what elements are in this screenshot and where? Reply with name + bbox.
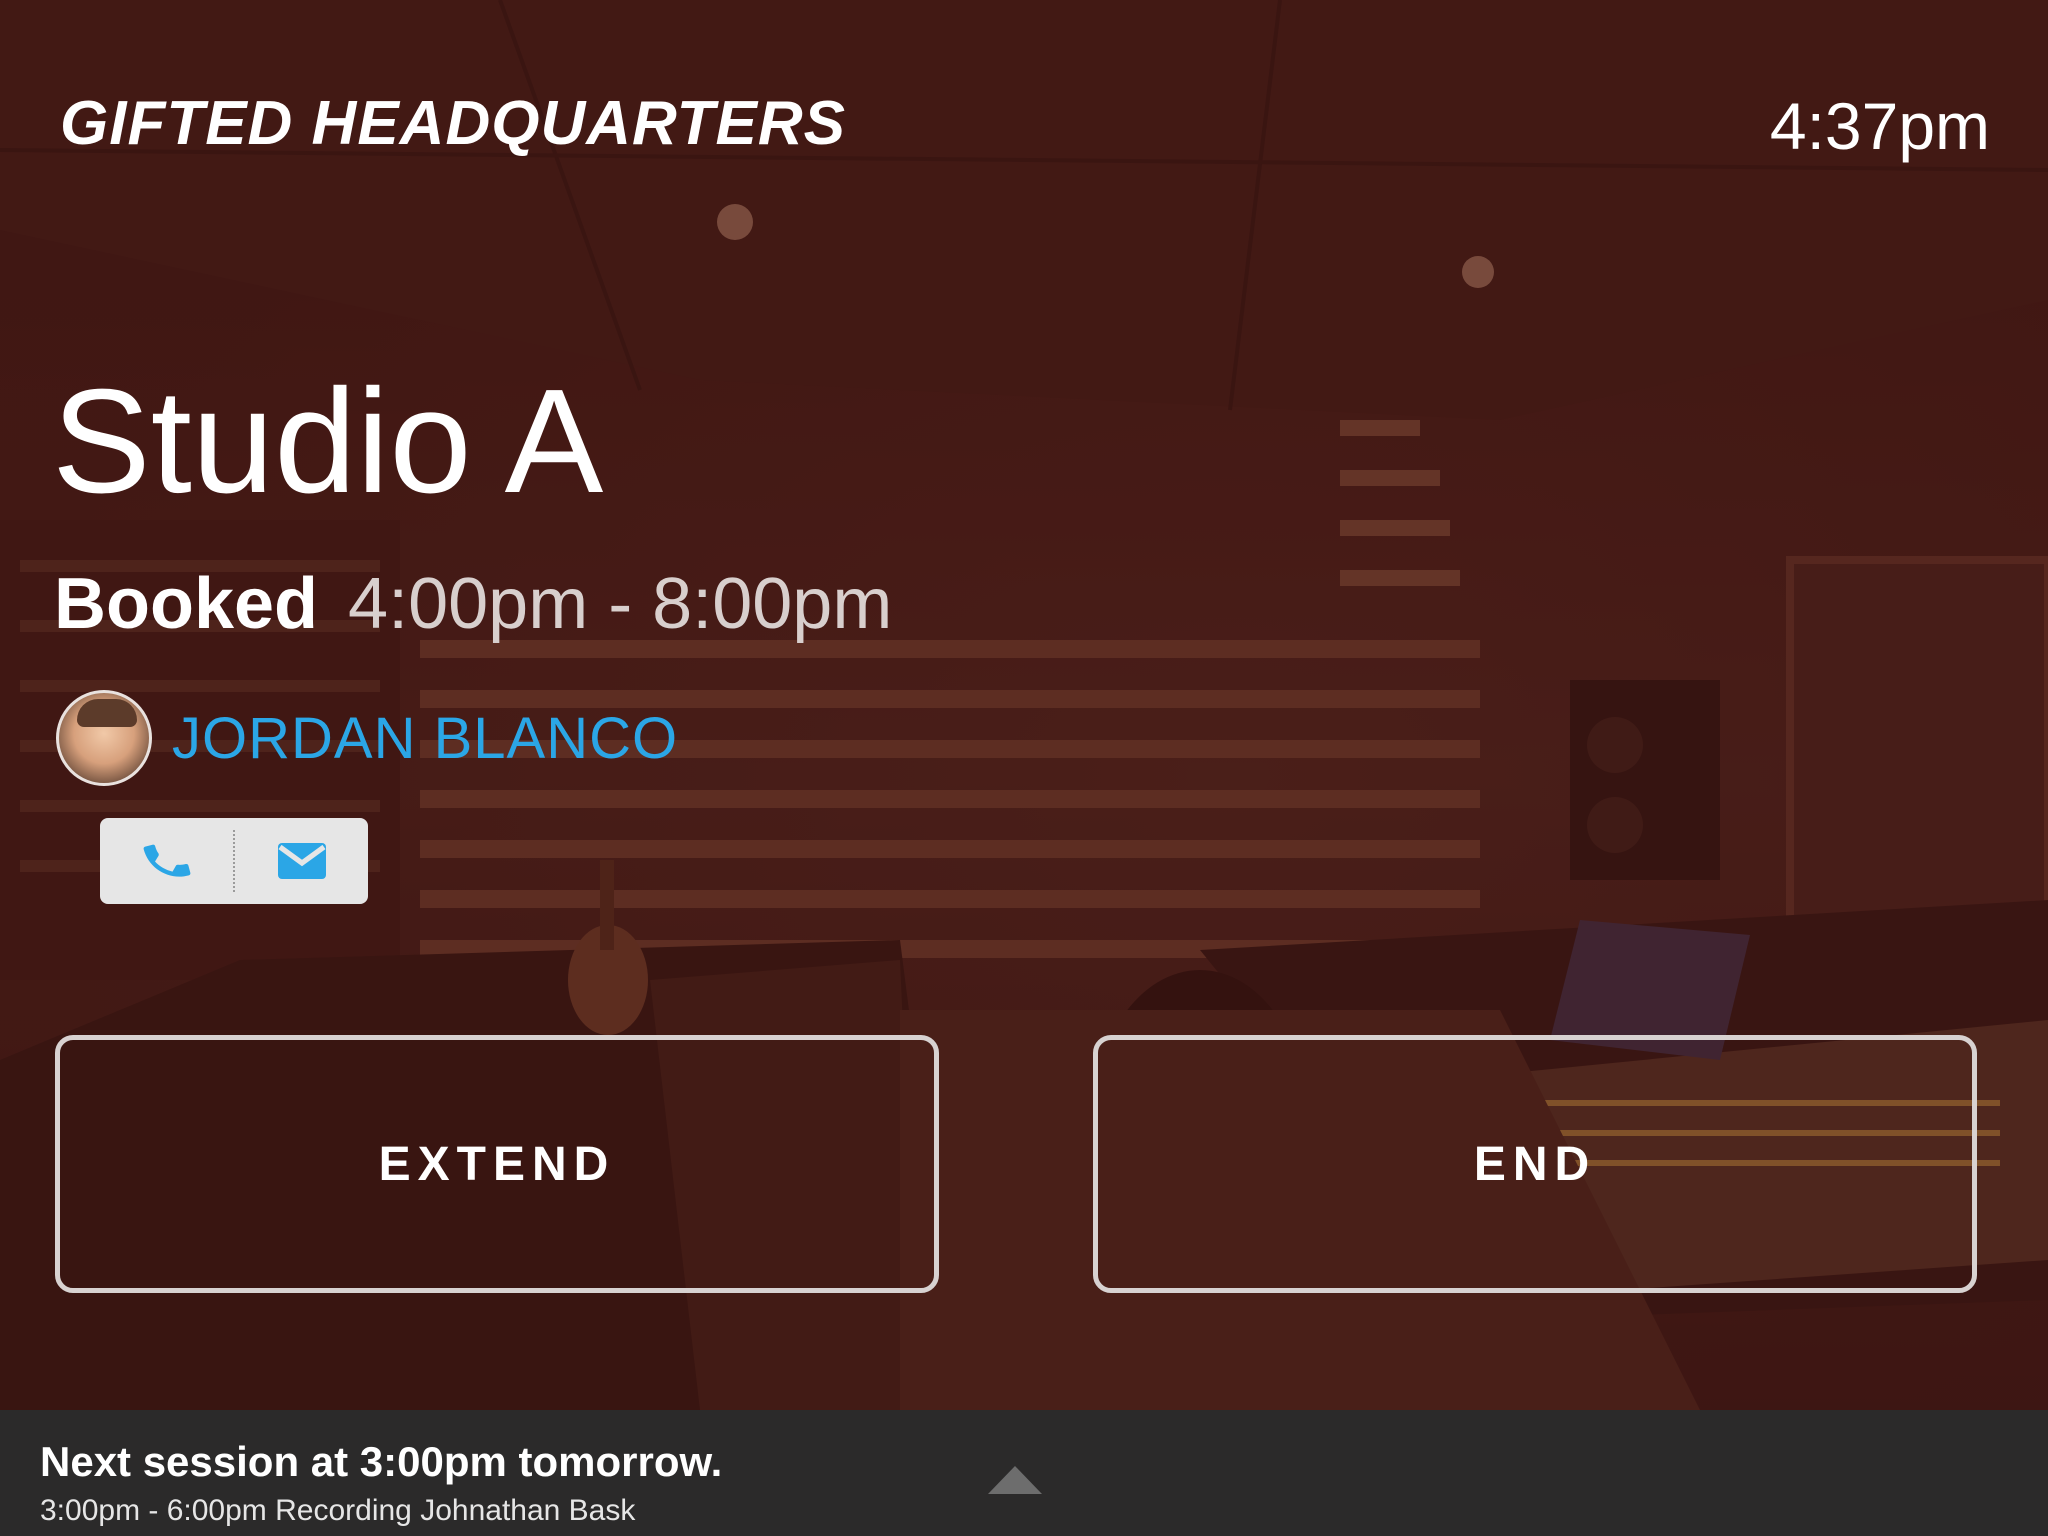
room-name: Studio A: [52, 359, 604, 524]
host-name-link[interactable]: JORDAN BLANCO: [172, 705, 678, 772]
envelope-icon: [277, 843, 326, 879]
venue-title: GIFTED HEADQUARTERS: [60, 89, 847, 158]
end-button[interactable]: END: [1093, 1035, 1977, 1293]
next-session-detail: 3:00pm - 6:00pm Recording Johnathan Bask: [40, 1494, 636, 1527]
next-session-title: Next session at 3:00pm tomorrow.: [40, 1438, 723, 1485]
chevron-up-icon[interactable]: [988, 1466, 1042, 1494]
host-info[interactable]: JORDAN BLANCO: [56, 690, 678, 786]
booking-time-range: 4:00pm - 8:00pm: [348, 564, 893, 644]
contact-actions: [100, 818, 368, 904]
phone-icon: [143, 844, 190, 877]
call-button[interactable]: [100, 818, 233, 904]
booking-line: Booked 4:00pm - 8:00pm: [54, 568, 892, 640]
avatar[interactable]: [56, 690, 152, 786]
booking-status: Booked: [54, 564, 319, 644]
next-session-footer[interactable]: Next session at 3:00pm tomorrow. 3:00pm …: [0, 1410, 2048, 1536]
email-button[interactable]: [235, 818, 368, 904]
room-status-screen: GIFTED HEADQUARTERS 4:37pm Studio A Book…: [0, 0, 2048, 1536]
extend-button[interactable]: EXTEND: [55, 1035, 939, 1293]
current-time: 4:37pm: [1769, 89, 1990, 163]
